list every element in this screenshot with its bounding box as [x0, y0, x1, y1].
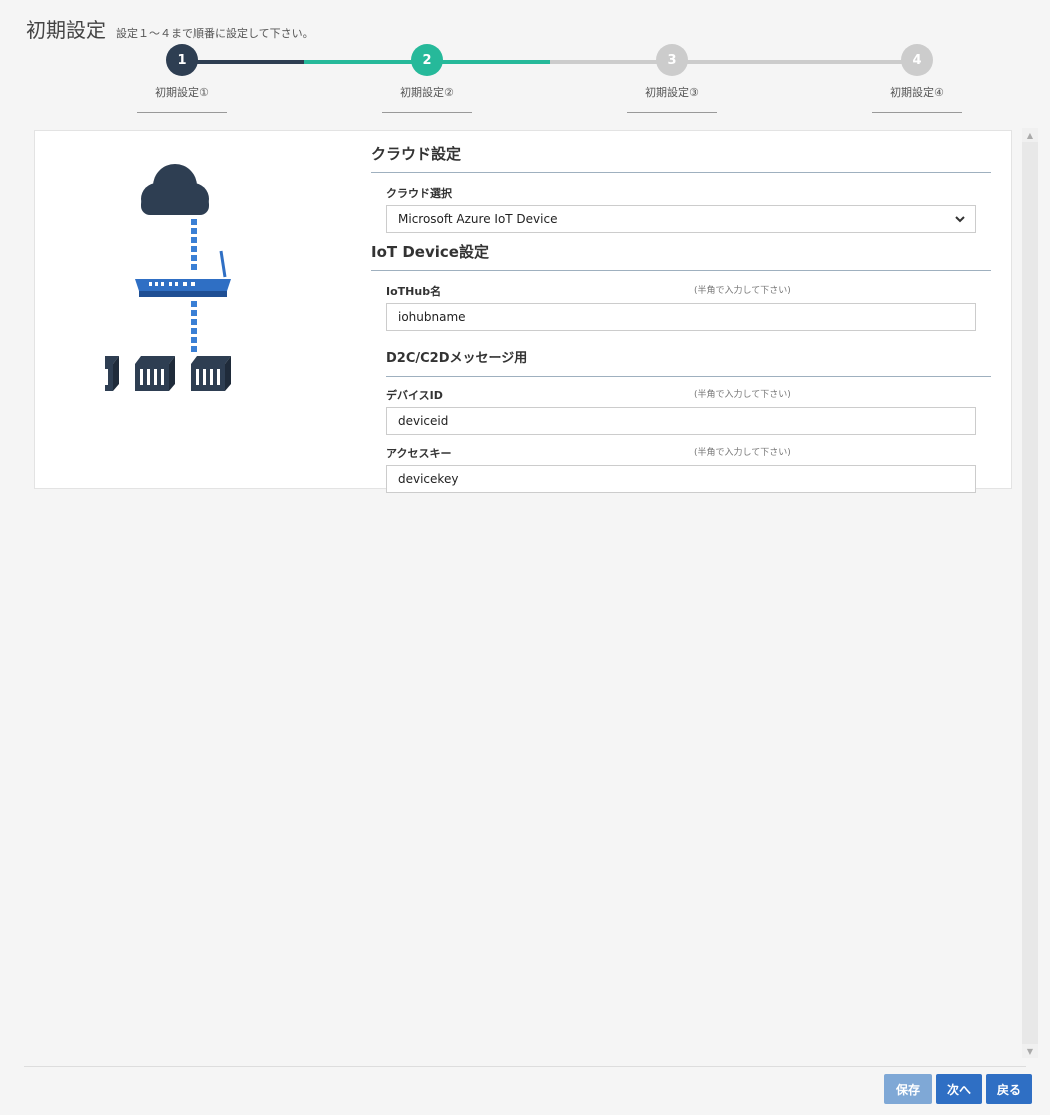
cloud-select-value: Microsoft Azure IoT Device — [398, 212, 558, 226]
step-3-circle: 3 — [656, 44, 688, 76]
device-section-title: IoT Device設定 — [371, 233, 991, 271]
iothub-input[interactable]: iohubname — [386, 303, 976, 331]
access-key-hint: (半角で入力して下さい) — [694, 448, 791, 458]
step-1-circle: 1 — [166, 44, 198, 76]
plc-device-icon — [79, 356, 231, 391]
access-key-field: アクセスキー (半角で入力して下さい) devicekey — [371, 445, 991, 493]
device-id-label: デバイスID — [386, 389, 443, 402]
cloud-select-field: クラウド選択 Microsoft Azure IoT Device — [371, 185, 991, 233]
next-button[interactable]: 次へ — [936, 1074, 982, 1104]
device-id-field: デバイスID (半角で入力して下さい) deviceid — [371, 387, 991, 435]
step-4-circle: 4 — [901, 44, 933, 76]
iothub-field: IoTHub名 (半角で入力して下さい) iohubname — [371, 283, 991, 331]
page-subtitle: 設定１～４まで順番に設定して下さい。 — [116, 27, 314, 40]
chevron-down-icon — [955, 216, 965, 223]
cloud-select-label: クラウド選択 — [386, 187, 452, 200]
cloud-section-title: クラウド設定 — [371, 131, 991, 173]
step-connector-3 — [550, 60, 918, 64]
access-key-input[interactable]: devicekey — [386, 465, 976, 493]
iothub-label: IoTHub名 — [386, 285, 442, 298]
scroll-up-icon[interactable]: ▲ — [1022, 128, 1038, 142]
cloud-select[interactable]: Microsoft Azure IoT Device — [386, 205, 976, 233]
access-key-value: devicekey — [398, 472, 459, 486]
step-1[interactable]: 1 初期設定① — [132, 44, 232, 113]
settings-card: クラウド設定 クラウド選択 Microsoft Azure IoT Device… — [34, 130, 1012, 493]
step-3[interactable]: 3 初期設定③ — [622, 44, 722, 113]
device-id-input[interactable]: deviceid — [386, 407, 976, 435]
device-id-value: deviceid — [398, 414, 449, 428]
wizard-stepper: 1 初期設定① 2 初期設定② 3 初期設定③ 4 初期設定④ — [0, 44, 1050, 124]
step-2[interactable]: 2 初期設定② — [377, 44, 477, 113]
step-4-label: 初期設定④ — [890, 86, 944, 99]
step-2-underline — [382, 112, 472, 113]
cloud-icon — [141, 164, 209, 215]
device-id-hint: (半角で入力して下さい) — [694, 390, 791, 400]
step-4[interactable]: 4 初期設定④ — [867, 44, 967, 113]
step-4-underline — [872, 112, 962, 113]
iothub-hint: (半角で入力して下さい) — [694, 286, 791, 296]
page-title: 初期設定 — [26, 18, 106, 42]
step-1-label: 初期設定① — [155, 86, 209, 99]
back-button[interactable]: 戻る — [986, 1074, 1032, 1104]
network-illustration — [79, 151, 305, 405]
page-header: 初期設定 設定１～４まで順番に設定して下さい。 — [26, 14, 314, 43]
access-key-label: アクセスキー — [386, 447, 452, 460]
network-link-lower — [191, 301, 197, 352]
message-section-title: D2C/C2Dメッセージ用 — [386, 331, 991, 377]
scroll-down-icon[interactable]: ▼ — [1022, 1044, 1038, 1058]
step-3-label: 初期設定③ — [645, 86, 699, 99]
step-1-underline — [137, 112, 227, 113]
router-icon — [135, 250, 231, 297]
settings-form: クラウド設定 クラウド選択 Microsoft Azure IoT Device… — [371, 131, 991, 493]
save-button[interactable]: 保存 — [884, 1074, 932, 1104]
step-3-underline — [627, 112, 717, 113]
scrollbar-track[interactable] — [1022, 142, 1038, 1044]
footer-divider — [24, 1066, 1026, 1067]
step-2-circle: 2 — [411, 44, 443, 76]
iothub-value: iohubname — [398, 310, 466, 324]
step-2-label: 初期設定② — [400, 86, 454, 99]
vertical-scrollbar[interactable]: ▲ ▼ — [1022, 128, 1038, 1058]
network-link-upper — [191, 219, 197, 270]
